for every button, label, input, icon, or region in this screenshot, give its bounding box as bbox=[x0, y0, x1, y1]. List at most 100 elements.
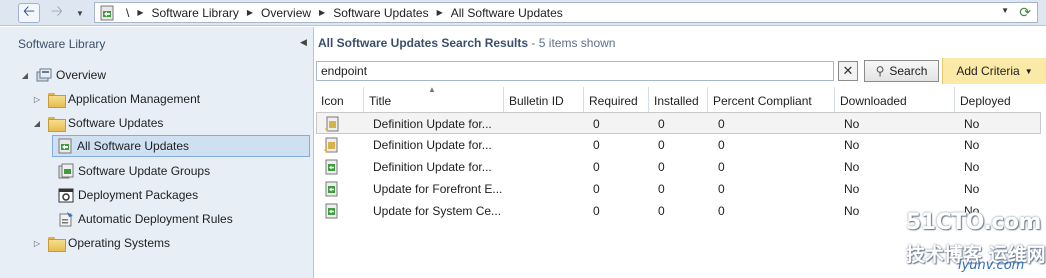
cell-deployed: No bbox=[964, 138, 980, 152]
cell-title: Definition Update for... bbox=[373, 138, 492, 152]
address-dropdown-icon[interactable]: ▼ bbox=[1001, 6, 1009, 15]
tree-item-operating-systems[interactable]: ▷ Operating Systems bbox=[30, 232, 170, 254]
column-header-bulletin-id[interactable]: Bulletin ID bbox=[504, 87, 584, 113]
address-toolbar: 🡠 🡢 ▼ \ ▶ Software Library ▶ Overview ▶ … bbox=[0, 0, 1046, 26]
address-bar[interactable]: \ ▶ Software Library ▶ Overview ▶ Softwa… bbox=[94, 2, 1038, 23]
tree-item-label: Automatic Deployment Rules bbox=[78, 212, 233, 226]
cell-bulletin-id bbox=[508, 178, 583, 200]
deployment-package-icon bbox=[58, 188, 74, 203]
column-header-required[interactable]: Required bbox=[584, 87, 649, 113]
cell-downloaded: No bbox=[844, 138, 860, 152]
add-criteria-button[interactable]: Add Criteria ▼ bbox=[942, 58, 1046, 84]
cell-deployed: No bbox=[964, 117, 980, 131]
tree-item-all-software-updates[interactable]: All Software Updates bbox=[52, 135, 310, 157]
tree-item-software-updates[interactable]: ◢ Software Updates bbox=[30, 112, 163, 134]
sort-ascending-icon: ▲ bbox=[428, 85, 436, 94]
cell-percent-compliant: 0 bbox=[718, 160, 725, 174]
column-header-icon[interactable]: Icon bbox=[316, 87, 364, 113]
update-icon bbox=[325, 203, 338, 219]
cell-percent-compliant: 0 bbox=[718, 204, 725, 218]
update-icon bbox=[325, 181, 338, 197]
cell-downloaded: No bbox=[844, 204, 860, 218]
expanded-triangle-icon[interactable]: ◢ bbox=[30, 119, 44, 128]
cell-installed: 0 bbox=[658, 138, 665, 152]
tree-item-overview[interactable]: ◢ Overview bbox=[18, 64, 106, 86]
update-deployed-icon bbox=[325, 116, 339, 132]
tree-item-application-management[interactable]: ▷ Application Management bbox=[30, 88, 200, 110]
cell-downloaded: No bbox=[844, 117, 860, 131]
update-icon bbox=[325, 159, 338, 175]
cell-required: 0 bbox=[593, 117, 600, 131]
collapse-pane-icon[interactable]: ◀ bbox=[300, 37, 307, 48]
deployment-rule-icon bbox=[59, 212, 73, 227]
column-header-downloaded[interactable]: Downloaded bbox=[835, 87, 955, 113]
table-row[interactable]: Update for System Ce... 0 0 0 No No bbox=[316, 200, 1041, 222]
results-header: All Software Updates Search Results - 5 … bbox=[318, 36, 615, 50]
breadcrumb-separator-icon[interactable]: ▶ bbox=[432, 8, 448, 17]
breadcrumb-separator-icon[interactable]: ▶ bbox=[242, 8, 258, 17]
refresh-icon[interactable]: ⟳ bbox=[1019, 4, 1031, 21]
clear-search-icon[interactable]: ✕ bbox=[838, 61, 858, 81]
cell-bulletin-id bbox=[509, 113, 584, 135]
cell-percent-compliant: 0 bbox=[718, 117, 725, 131]
breadcrumb-all-software-updates[interactable]: All Software Updates bbox=[448, 6, 566, 20]
cell-title: Update for System Ce... bbox=[373, 204, 502, 218]
cell-deployed: No bbox=[964, 160, 980, 174]
table-row[interactable]: Definition Update for... 0 0 0 No No bbox=[316, 134, 1041, 156]
back-arrow-icon[interactable]: 🡠 bbox=[18, 3, 40, 23]
history-dropdown-icon[interactable]: ▼ bbox=[72, 3, 88, 23]
tree-item-automatic-deployment-rules[interactable]: Automatic Deployment Rules bbox=[54, 208, 233, 230]
search-input[interactable] bbox=[316, 61, 834, 81]
cell-title: Update for Forefront E... bbox=[373, 182, 503, 196]
cell-installed: 0 bbox=[658, 204, 665, 218]
watermark-line-2: 技术博客 运维网 bbox=[906, 244, 1046, 266]
results-title: All Software Updates Search Results bbox=[318, 36, 529, 50]
tree-item-label: Software Update Groups bbox=[78, 164, 211, 178]
column-header-percent-compliant[interactable]: Percent Compliant bbox=[708, 87, 835, 113]
update-deployed-icon bbox=[324, 137, 338, 153]
tree-item-software-update-groups[interactable]: Software Update Groups bbox=[54, 160, 210, 182]
column-header-deployed[interactable]: Deployed bbox=[955, 87, 1041, 113]
table-row[interactable]: Definition Update for... 0 0 0 No No bbox=[316, 112, 1041, 134]
tree-item-label: Deployment Packages bbox=[78, 188, 199, 202]
cell-downloaded: No bbox=[844, 182, 860, 196]
tree-item-deployment-packages[interactable]: Deployment Packages bbox=[54, 184, 198, 206]
add-criteria-label: Add Criteria bbox=[956, 64, 1020, 78]
table-row[interactable]: Definition Update for... 0 0 0 No No bbox=[316, 156, 1041, 178]
folder-open-icon bbox=[48, 116, 66, 132]
watermark-line-3: iyunv.com bbox=[958, 258, 1025, 273]
cell-percent-compliant: 0 bbox=[718, 138, 725, 152]
search-icon: ⚲ bbox=[875, 64, 885, 78]
software-update-icon bbox=[58, 138, 72, 154]
tree-item-label: Software Updates bbox=[68, 116, 164, 130]
tree-item-label: Application Management bbox=[68, 92, 201, 106]
expanded-triangle-icon[interactable]: ◢ bbox=[18, 71, 32, 80]
software-update-icon bbox=[100, 5, 114, 20]
breadcrumb-software-updates[interactable]: Software Updates bbox=[330, 6, 431, 20]
breadcrumb-separator-icon[interactable]: ▶ bbox=[132, 8, 148, 17]
cell-installed: 0 bbox=[658, 117, 665, 131]
breadcrumb-root[interactable]: \ bbox=[123, 6, 132, 20]
overview-icon bbox=[36, 68, 52, 82]
folder-icon bbox=[48, 236, 66, 252]
update-group-icon bbox=[58, 163, 74, 179]
search-button[interactable]: ⚲ Search bbox=[864, 60, 939, 82]
forward-arrow-icon[interactable]: 🡢 bbox=[46, 3, 68, 23]
cell-bulletin-id bbox=[508, 156, 583, 178]
collapsed-triangle-icon[interactable]: ▷ bbox=[30, 95, 44, 104]
breadcrumb-overview[interactable]: Overview bbox=[258, 6, 314, 20]
navigation-pane: Software Library ◀ ◢ Overview ▷ Applicat… bbox=[0, 27, 314, 278]
collapsed-triangle-icon[interactable]: ▷ bbox=[30, 239, 44, 248]
cell-bulletin-id bbox=[508, 134, 583, 156]
breadcrumb-separator-icon[interactable]: ▶ bbox=[314, 8, 330, 17]
cell-required: 0 bbox=[593, 204, 600, 218]
breadcrumb-software-library[interactable]: Software Library bbox=[149, 6, 242, 20]
cell-required: 0 bbox=[593, 160, 600, 174]
chevron-down-icon: ▼ bbox=[1024, 66, 1033, 76]
column-header-installed[interactable]: Installed bbox=[649, 87, 708, 113]
cell-installed: 0 bbox=[658, 160, 665, 174]
table-row[interactable]: Update for Forefront E... 0 0 0 No No bbox=[316, 178, 1041, 200]
cell-downloaded: No bbox=[844, 160, 860, 174]
cell-title: Definition Update for... bbox=[373, 160, 492, 174]
navigation-pane-title: Software Library bbox=[18, 37, 106, 51]
